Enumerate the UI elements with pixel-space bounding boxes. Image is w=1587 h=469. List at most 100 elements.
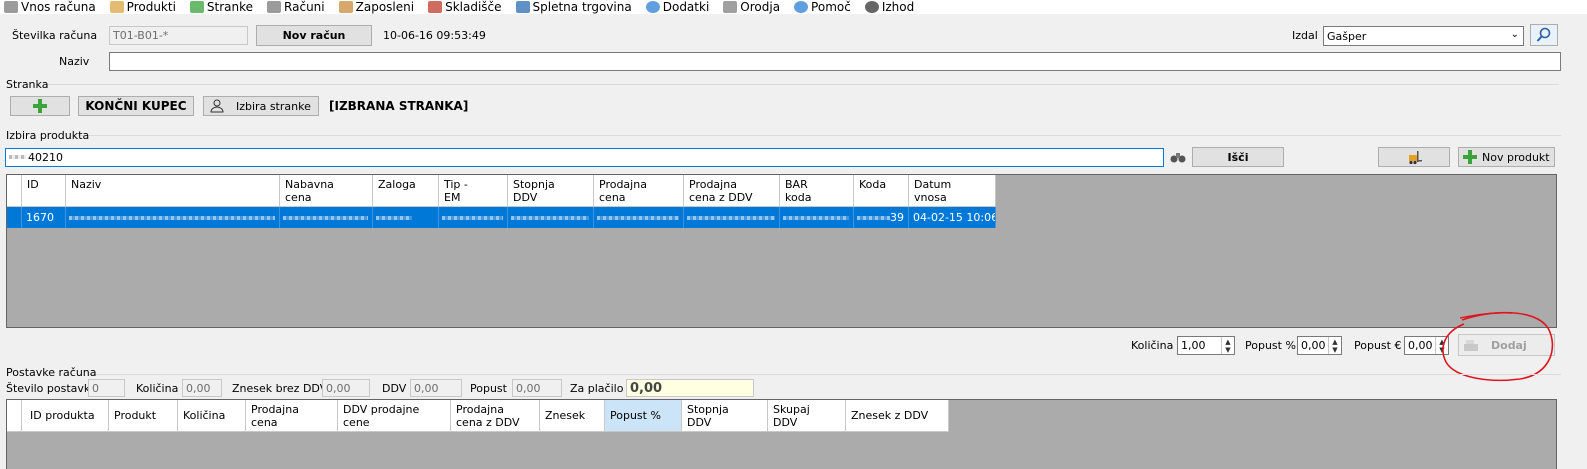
- issued-by-select[interactable]: Gašper ⌄: [1323, 26, 1524, 46]
- cell-name[interactable]: [66, 207, 280, 228]
- search-button[interactable]: Išči: [1192, 147, 1284, 167]
- column-header-vat-rate[interactable]: Stopnja DDV: [682, 400, 768, 432]
- row-header-corner: [7, 175, 22, 207]
- up-arrow-icon[interactable]: ▲: [1332, 338, 1337, 346]
- cell-barcode[interactable]: [780, 207, 854, 228]
- blurred-text: [283, 216, 368, 220]
- blurred-text: [597, 216, 679, 220]
- column-header-stock[interactable]: Zaloga: [373, 175, 439, 207]
- blurred-text: [857, 216, 890, 220]
- new-product-label: Nov produkt: [1482, 150, 1550, 164]
- menu-item-zaposleni[interactable]: Zaposleni: [338, 0, 415, 14]
- column-header-purchase-price[interactable]: Nabavna cena: [280, 175, 373, 207]
- plus-cloud-icon: [645, 1, 660, 13]
- magnifier-icon: [1536, 27, 1551, 42]
- up-arrow-icon[interactable]: ▲: [1225, 338, 1230, 346]
- green-plus-icon: [33, 99, 47, 113]
- quantity-stepper[interactable]: 1,00 ▲ ▼: [1177, 336, 1235, 355]
- name-input[interactable]: [109, 52, 1561, 71]
- cell-sale-price-vat[interactable]: [684, 207, 780, 228]
- menu-item-dodatki[interactable]: Dodatki: [645, 0, 709, 14]
- column-header-product[interactable]: Produkt: [109, 400, 178, 432]
- discount-value: 0,00: [512, 379, 562, 397]
- blurred-text: [511, 216, 589, 220]
- down-arrow-icon[interactable]: ▼: [1332, 346, 1337, 354]
- binoculars-icon[interactable]: [1170, 150, 1186, 164]
- row-selector[interactable]: [7, 207, 22, 228]
- cell-sale-price[interactable]: [594, 207, 684, 228]
- menu-item-label: Produkti: [126, 0, 176, 14]
- column-header-vat-rate[interactable]: Stopnja DDV: [508, 175, 594, 207]
- select-customer-label: Izbira stranke: [236, 99, 311, 113]
- forklift-button[interactable]: [1378, 147, 1450, 167]
- menu-item-produkti[interactable]: Produkti: [109, 0, 176, 14]
- add-customer-button[interactable]: [10, 96, 70, 116]
- discount-percent-stepper[interactable]: 0,00 ▲ ▼: [1297, 336, 1342, 355]
- blurred-text: [9, 155, 26, 159]
- product-search-value: 40210: [28, 151, 63, 164]
- cell-id[interactable]: 1670: [22, 207, 66, 228]
- cell-code[interactable]: 39: [854, 207, 909, 228]
- issued-by-value: Gašper: [1327, 29, 1367, 43]
- column-header-code[interactable]: Koda: [854, 175, 909, 207]
- column-header-type-unit[interactable]: Tip - EM: [439, 175, 508, 207]
- document-icon: [4, 1, 18, 13]
- column-header-barcode[interactable]: BAR koda: [780, 175, 854, 207]
- cell-stock[interactable]: [373, 207, 439, 228]
- discount-label: Popust: [470, 382, 507, 395]
- menu-item-label: Skladišče: [445, 0, 502, 14]
- menu-item-izhod[interactable]: Izhod: [864, 0, 915, 14]
- warehouse-list-icon: [428, 1, 443, 13]
- column-header-discount-percent[interactable]: Popust %: [605, 400, 682, 432]
- select-customer-button[interactable]: Izbira stranke: [203, 96, 319, 116]
- product-group-divider: [78, 135, 1561, 136]
- net-amount-value: 0,00: [322, 379, 370, 397]
- menu-item-label: Vnos računa: [21, 0, 96, 14]
- discount-percent-label: Popust %: [1245, 339, 1296, 352]
- column-header-vat-of-sale-price[interactable]: DDV prodajne cene: [338, 400, 451, 432]
- column-header-sale-price-vat[interactable]: Prodajna cena z DDV: [451, 400, 540, 432]
- down-arrow-icon[interactable]: ▼: [1225, 346, 1230, 354]
- blurred-text: [69, 216, 275, 220]
- menu-item-vnos-računa[interactable]: Vnos računa: [4, 0, 96, 14]
- menu-item-računi[interactable]: Računi: [267, 0, 325, 14]
- discount-euro-label: Popust €: [1354, 339, 1402, 352]
- cell-entry-date[interactable]: 04-02-15 10:06: [909, 207, 996, 228]
- column-header-sale-price-vat[interactable]: Prodajna cena z DDV: [684, 175, 780, 207]
- column-header-entry-date[interactable]: Datum vnosa: [909, 175, 996, 207]
- box-icon: [109, 1, 124, 13]
- menu-item-label: Izhod: [881, 0, 915, 14]
- cell-type-unit[interactable]: [439, 207, 508, 228]
- item-count-value: 0: [88, 379, 125, 397]
- column-header-product-id[interactable]: ID produkta: [22, 400, 109, 432]
- menu-item-stranke[interactable]: Stranke: [189, 0, 253, 14]
- column-header-total-vat[interactable]: Skupaj DDV: [768, 400, 846, 432]
- product-search-input[interactable]: 40210: [5, 148, 1164, 167]
- menu-item-label: Zaposleni: [355, 0, 415, 14]
- column-header-sale-price[interactable]: Prodajna cena: [594, 175, 684, 207]
- new-product-button[interactable]: Nov produkt: [1458, 147, 1555, 167]
- code-suffix: 39: [890, 211, 904, 224]
- column-header-name[interactable]: Naziv: [66, 175, 280, 207]
- column-header-quantity[interactable]: Količina: [178, 400, 246, 432]
- cell-purchase-price[interactable]: [280, 207, 373, 228]
- item-count-label: Število postavk: [6, 382, 91, 395]
- menu-item-orodja[interactable]: Orodja: [723, 0, 780, 14]
- new-invoice-button[interactable]: Nov račun: [256, 25, 372, 46]
- end-customer-button[interactable]: KONČNI KUPEC: [78, 96, 194, 116]
- column-header-sale-price[interactable]: Prodajna cena: [246, 400, 338, 432]
- menu-item-skladišče[interactable]: Skladišče: [428, 0, 502, 14]
- column-header-id[interactable]: ID: [22, 175, 66, 207]
- items-grid[interactable]: ID produkta Produkt Količina Prodajna cena D…: [6, 399, 1557, 469]
- stepper-arrows[interactable]: ▲ ▼: [1328, 337, 1341, 354]
- menu-item-spletna-trgovina[interactable]: Spletna trgovina: [515, 0, 632, 14]
- column-header-amount[interactable]: Znesek: [540, 400, 605, 432]
- search-customer-button[interactable]: [1530, 24, 1558, 46]
- column-header-amount-with-vat[interactable]: Znesek z DDV: [846, 400, 949, 432]
- cell-vat-rate[interactable]: [508, 207, 594, 228]
- blurred-text: [442, 216, 503, 220]
- menu-item-label: Računi: [284, 0, 325, 14]
- product-grid[interactable]: ID 1670 Naziv Nabavna cena Zaloga Tip - EM Sto…: [6, 174, 1557, 328]
- stepper-arrows[interactable]: ▲ ▼: [1221, 337, 1234, 354]
- menu-item-pomoč[interactable]: Pomoč: [794, 0, 851, 14]
